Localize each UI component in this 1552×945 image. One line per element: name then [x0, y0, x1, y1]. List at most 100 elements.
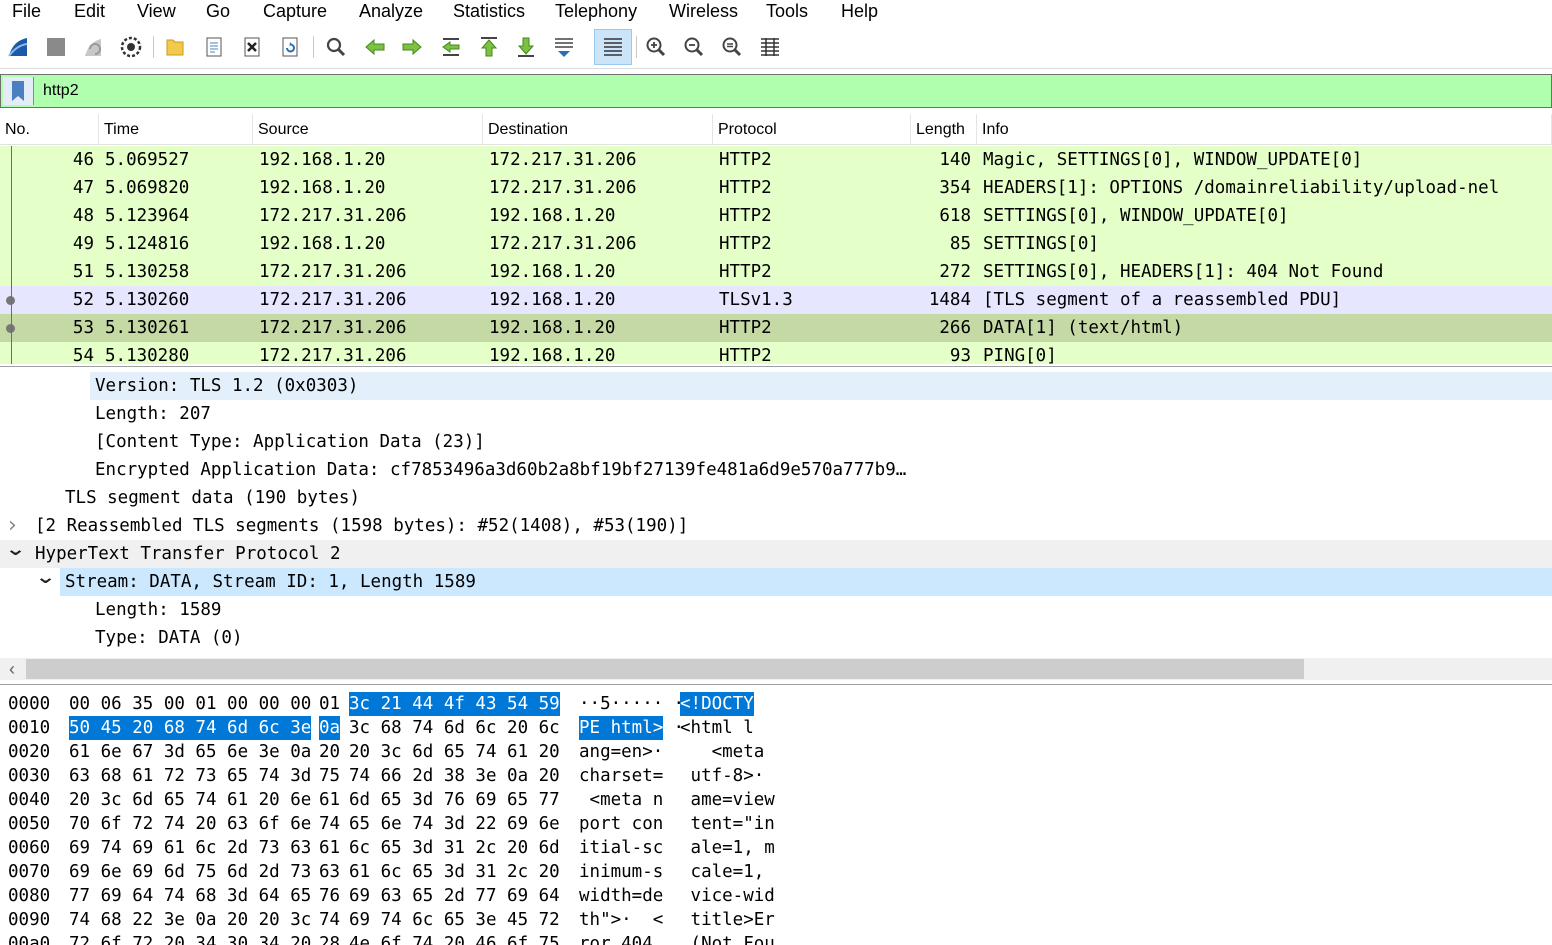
packet-row[interactable]: 48 5.123964 172.217.31.206 192.168.1.20 HTTP…	[0, 202, 1552, 230]
restart-capture-button[interactable]	[80, 34, 106, 60]
hex-row[interactable]: 0040 20 3c 6d 65 74 61 20 6e 61 6d 65 3d 76…	[0, 788, 1552, 812]
packet-destination: 172.217.31.206	[489, 150, 637, 170]
detail-row[interactable]: ⌄ Stream: DATA, Stream ID: 1, Length 1589	[0, 567, 1552, 596]
menu-analyze[interactable]: Analyze	[359, 0, 423, 22]
start-capture-icon	[8, 38, 28, 57]
ascii-group-1: <meta n	[579, 790, 664, 810]
go-first-packet-button[interactable]	[476, 34, 502, 60]
hex-row[interactable]: 0030 63 68 61 72 73 65 74 3d 75 74 66 2d 38…	[0, 764, 1552, 788]
menu-statistics[interactable]: Statistics	[453, 0, 525, 22]
normal-size-button[interactable]	[719, 34, 745, 60]
packet-row[interactable]: 46 5.069527 192.168.1.20 172.217.31.206 HTTP…	[0, 146, 1552, 174]
reload-file-button[interactable]	[277, 34, 303, 60]
hex-row[interactable]: 0080 77 69 64 74 68 3d 64 65 76 69 63 65 2d…	[0, 884, 1552, 908]
hex-bytes-group-2b: 3c 68 74 6d 6c 20 6c	[349, 718, 560, 738]
packet-info: Magic, SETTINGS[0], WINDOW_UPDATE[0]	[983, 150, 1363, 170]
hex-offset: 0050	[8, 814, 51, 834]
menu-go[interactable]: Go	[206, 0, 230, 22]
detail-row[interactable]: Version: TLS 1.2 (0x0303)	[0, 372, 1552, 400]
hex-row[interactable]: 0000 00 06 35 00 01 00 00 00 01 3c 21 44 4f…	[0, 692, 1552, 716]
menu-file[interactable]: File	[12, 0, 41, 22]
hex-row[interactable]: 0090 74 68 22 3e 0a 20 20 3c 74 69 74 6c 65…	[0, 908, 1552, 932]
column-header-protocol[interactable]: Protocol	[713, 114, 911, 144]
detail-text: Length: 1589	[95, 600, 222, 620]
menu-view[interactable]: View	[137, 0, 176, 22]
details-horizontal-scrollbar[interactable]: ‹	[0, 658, 1552, 680]
packet-row[interactable]: 51 5.130258 172.217.31.206 192.168.1.20 HTTP…	[0, 258, 1552, 286]
hex-bytes-group-2b: 20 3c 6d 65 74 61 20	[349, 742, 560, 762]
ascii-group-1: ang=en>·	[579, 742, 664, 762]
hex-row[interactable]: 0050 70 6f 72 74 20 63 6f 6e 74 65 6e 74 3d…	[0, 812, 1552, 836]
ascii-group-1: inimum-s	[579, 862, 664, 882]
hex-row[interactable]: 0070 69 6e 69 6d 75 6d 2d 73 63 61 6c 65 3d…	[0, 860, 1552, 884]
go-last-packet-button[interactable]	[513, 34, 539, 60]
menu-tools[interactable]: Tools	[766, 0, 808, 22]
pane-splitter[interactable]	[0, 366, 1552, 367]
column-header-length[interactable]: Length	[911, 114, 977, 144]
detail-row[interactable]: ⌄ HyperText Transfer Protocol 2	[0, 539, 1552, 568]
autoscroll-button[interactable]	[551, 34, 577, 60]
ascii-group-1: width=de	[579, 886, 664, 906]
packet-row[interactable]: 49 5.124816 192.168.1.20 172.217.31.206 HTTP…	[0, 230, 1552, 258]
column-header-source[interactable]: Source	[253, 114, 483, 144]
detail-text: Version: TLS 1.2 (0x0303)	[95, 376, 359, 396]
detail-row[interactable]: Length: 207	[0, 400, 1552, 428]
go-forward-button[interactable]	[399, 34, 425, 60]
hex-row[interactable]: 0020 61 6e 67 3d 65 6e 3e 0a 20 20 3c 6d 65…	[0, 740, 1552, 764]
menu-help[interactable]: Help	[841, 0, 878, 22]
detail-row[interactable]: Encrypted Application Data: cf7853496a3d…	[0, 456, 1552, 484]
display-filter-input[interactable]	[43, 75, 1523, 107]
main-toolbar	[0, 26, 1552, 69]
scroll-left-arrow-icon[interactable]: ‹	[0, 658, 24, 680]
go-to-packet-button[interactable]	[438, 34, 464, 60]
zoom-in-button[interactable]	[643, 34, 669, 60]
column-header-info[interactable]: Info	[977, 114, 1552, 144]
packet-time: 5.069527	[105, 150, 190, 170]
packet-time: 5.130261	[105, 318, 190, 338]
restart-capture-icon	[85, 39, 101, 56]
menu-telephony[interactable]: Telephony	[555, 0, 637, 22]
menu-capture[interactable]: Capture	[263, 0, 327, 22]
ascii-group-2b: ame=view	[680, 790, 775, 810]
packet-destination: 172.217.31.206	[489, 234, 637, 254]
column-header-destination[interactable]: Destination	[483, 114, 713, 144]
close-file-button[interactable]	[239, 34, 265, 60]
menu-edit[interactable]: Edit	[74, 0, 105, 22]
colorize-button[interactable]	[594, 29, 632, 65]
zoom-out-button[interactable]	[681, 34, 707, 60]
hex-row[interactable]: 0010 50 45 20 68 74 6d 6c 3e 0a 3c 68 74 6d…	[0, 716, 1552, 740]
stop-capture-button[interactable]	[43, 34, 69, 60]
go-back-button[interactable]	[362, 34, 388, 60]
capture-options-button[interactable]	[118, 34, 144, 60]
hex-row[interactable]: 00a0 72 6f 72 20 34 30 34 20 28 4e 6f 74 20…	[0, 932, 1552, 945]
column-header-no[interactable]: No.	[0, 114, 99, 144]
packet-time: 5.130280	[105, 346, 190, 364]
resize-columns-button[interactable]	[757, 34, 783, 60]
scrollbar-thumb[interactable]	[26, 659, 1304, 679]
menu-wireless[interactable]: Wireless	[669, 0, 738, 22]
display-filter-bar	[0, 74, 1552, 108]
save-file-button[interactable]	[201, 34, 227, 60]
packet-row[interactable]: 52 5.130260 172.217.31.206 192.168.1.20 TLSv…	[0, 286, 1552, 314]
detail-row[interactable]: Length: 1589	[0, 596, 1552, 624]
packet-source: 192.168.1.20	[259, 178, 386, 198]
ascii-group-2b: (Not Fou	[680, 934, 775, 945]
packet-row[interactable]: 47 5.069820 192.168.1.20 172.217.31.206 HTTP…	[0, 174, 1552, 202]
packet-row[interactable]: 53 5.130261 172.217.31.206 192.168.1.20 HTTP…	[0, 314, 1552, 342]
open-file-button[interactable]	[162, 34, 188, 60]
collapse-arrow-icon[interactable]: ⌄	[35, 564, 56, 592]
filter-bookmark-button[interactable]	[3, 77, 34, 105]
hex-row[interactable]: 0060 69 74 69 61 6c 2d 73 63 61 6c 65 3d 31…	[0, 836, 1552, 860]
collapse-arrow-icon[interactable]: ⌄	[5, 536, 26, 564]
start-capture-button[interactable]	[5, 34, 31, 60]
detail-row[interactable]: [Content Type: Application Data (23)]	[0, 428, 1552, 456]
detail-row[interactable]: TLS segment data (190 bytes)	[0, 484, 1552, 512]
find-packet-button[interactable]	[323, 34, 349, 60]
hex-bytes-group-2a: 28	[319, 934, 341, 945]
column-header-time[interactable]: Time	[99, 114, 253, 144]
pane-splitter[interactable]	[0, 684, 1552, 685]
detail-row[interactable]: Type: DATA (0)	[0, 624, 1552, 652]
packet-row[interactable]: 54 5.130280 172.217.31.206 192.168.1.20 HTTP…	[0, 342, 1552, 364]
detail-text: Length: 207	[95, 404, 211, 424]
detail-row[interactable]: › [2 Reassembled TLS segments (1598 bytes…	[0, 512, 1552, 540]
